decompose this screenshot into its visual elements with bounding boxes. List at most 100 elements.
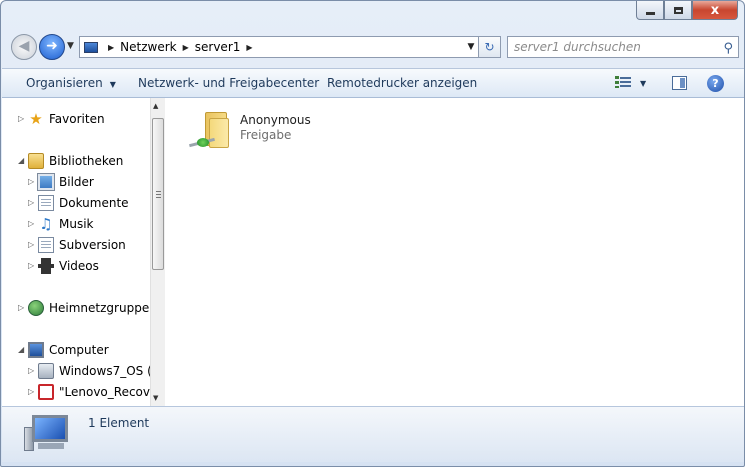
nav-label: Bibliotheken (49, 154, 124, 168)
expand-icon[interactable]: ▷ (28, 382, 38, 402)
nav-item-libraries[interactable]: ◢ Bibliotheken (18, 151, 123, 171)
nav-item-bilder[interactable]: ▷ Bilder (28, 172, 94, 192)
preview-pane-button[interactable] (672, 76, 687, 90)
pc-screen (32, 415, 68, 442)
view-list-icon (620, 77, 631, 79)
expand-icon[interactable]: ▷ (28, 172, 38, 192)
pc-base (38, 443, 64, 449)
library-doc-icon (38, 237, 54, 253)
homegroup-icon (28, 300, 44, 316)
expand-icon[interactable]: ▷ (28, 235, 38, 255)
network-icon (84, 41, 98, 53)
nav-label: Bilder (59, 175, 94, 189)
maximize-button[interactable] (664, 1, 692, 20)
command-bar: Organisieren ▼ Netzwerk- und Freigabecent… (2, 68, 744, 98)
nav-label: Windows7_OS (C (59, 364, 161, 378)
nav-item-computer[interactable]: ◢ Computer (18, 340, 109, 360)
organize-button[interactable]: Organisieren ▼ (26, 69, 116, 98)
expand-icon[interactable]: ▷ (28, 361, 38, 381)
chevron-down-icon: ▼ (67, 41, 74, 51)
chevron-down-icon: ▼ (467, 42, 475, 52)
pictures-icon (37, 173, 55, 191)
arrow-right-icon: ➜ (46, 38, 58, 54)
nav-label: Heimnetzgruppe (49, 301, 150, 315)
library-icon (28, 153, 44, 169)
breadcrumb-separator[interactable]: ▶ (108, 43, 114, 52)
minimize-icon (645, 11, 655, 15)
remote-printers-button[interactable]: Remotedrucker anzeigen (327, 69, 477, 98)
nav-item-homegroup[interactable]: ▷ Heimnetzgruppe (18, 298, 149, 318)
expand-icon[interactable]: ▷ (28, 193, 38, 213)
explorer-window: x ◀ ➜ ▼ ▶ Netzwerk ▶ server1 ▶ ▼ ↻ serve… (0, 0, 745, 467)
music-icon: ♫ (39, 215, 53, 233)
computer-icon (24, 415, 70, 453)
nav-item-subversion[interactable]: ▷ Subversion (28, 235, 126, 255)
item-count: 1 Element (88, 416, 150, 430)
breadcrumb-separator[interactable]: ▶ (183, 43, 189, 52)
file-list: Anonymous Freigabe (165, 98, 744, 406)
expand-icon[interactable]: ▷ (18, 109, 28, 129)
search-placeholder: server1 durchsuchen (514, 40, 641, 54)
nav-item-videos[interactable]: ▷ Videos (28, 256, 99, 276)
nav-label: Dokumente (59, 196, 129, 210)
star-icon: ★ (29, 110, 43, 128)
minimize-button[interactable] (636, 1, 664, 20)
scroll-up-icon[interactable]: ▲ (153, 102, 158, 110)
shared-folder-icon (187, 108, 231, 148)
view-list-icon (620, 85, 631, 87)
help-button[interactable]: ? (707, 75, 724, 92)
refresh-button[interactable]: ↻ (479, 36, 501, 58)
breadcrumb-netzwerk[interactable]: Netzwerk (120, 40, 176, 54)
search-icon[interactable]: ⚲ (723, 39, 733, 59)
item-text: Anonymous Freigabe (240, 113, 311, 148)
network-center-button[interactable]: Netzwerk- und Freigabecenter (138, 69, 319, 98)
network-share-icon (187, 138, 217, 148)
organize-label: Organisieren (26, 76, 103, 90)
nav-label: Computer (49, 343, 109, 357)
navigation-pane: ▷ ★ Favoriten ◢ Bibliotheken ▷ Bilder ▷ … (2, 98, 165, 406)
breadcrumb-server1[interactable]: server1 (195, 40, 241, 54)
nav-item-drive-c[interactable]: ▷ Windows7_OS (C (28, 361, 160, 381)
change-view-button[interactable] (615, 75, 631, 91)
recent-pages-dropdown[interactable]: ▼ (67, 41, 74, 51)
collapse-icon[interactable]: ◢ (18, 340, 28, 360)
videos-icon (38, 258, 54, 274)
close-button[interactable]: x (692, 1, 738, 20)
nav-item-musik[interactable]: ▷ ♫ Musik (28, 214, 94, 234)
nav-label: Musik (59, 217, 94, 231)
close-icon: x (710, 2, 720, 18)
expand-icon[interactable]: ▷ (28, 256, 38, 276)
back-button[interactable]: ◀ (11, 34, 37, 60)
nav-label: "Lenovo_Recover (59, 385, 163, 399)
scroll-down-icon[interactable]: ▼ (153, 394, 158, 402)
nav-item-favorites[interactable]: ▷ ★ Favoriten (18, 109, 105, 129)
refresh-icon: ↻ (484, 40, 495, 54)
maximize-icon (673, 6, 683, 14)
view-list-icon (620, 81, 631, 83)
nav-item-dokumente[interactable]: ▷ Dokumente (28, 193, 129, 213)
hard-drive-icon (38, 363, 54, 379)
nav-scrollbar[interactable]: ▲ ▼ (150, 98, 165, 406)
list-item[interactable]: Anonymous Freigabe (187, 108, 311, 148)
expand-icon[interactable]: ▷ (28, 214, 38, 234)
arrow-left-icon: ◀ (18, 38, 30, 54)
nav-item-lenovo-recovery[interactable]: ▷ "Lenovo_Recover (28, 382, 162, 402)
forward-button[interactable]: ➜ (39, 34, 65, 60)
collapse-icon[interactable]: ◢ (18, 151, 28, 171)
nav-label: Subversion (59, 238, 126, 252)
details-pane: 1 Element (2, 406, 744, 462)
grip-icon (156, 191, 161, 198)
recovery-drive-icon (38, 384, 54, 400)
chevron-down-icon: ▼ (109, 80, 116, 89)
address-dropdown[interactable]: ▼ (464, 42, 478, 52)
expand-icon[interactable]: ▷ (18, 298, 28, 318)
item-name: Anonymous (240, 113, 311, 127)
address-bar[interactable]: ▶ Netzwerk ▶ server1 ▶ ▼ (79, 36, 479, 58)
breadcrumb-separator[interactable]: ▶ (246, 43, 252, 52)
view-options-dropdown[interactable]: ▼ (640, 69, 646, 98)
item-type: Freigabe (240, 128, 292, 142)
nav-label: Favoriten (49, 112, 105, 126)
search-input[interactable]: server1 durchsuchen ⚲ (507, 36, 739, 58)
scrollbar-thumb[interactable] (152, 118, 164, 270)
chevron-down-icon: ▼ (640, 79, 647, 88)
